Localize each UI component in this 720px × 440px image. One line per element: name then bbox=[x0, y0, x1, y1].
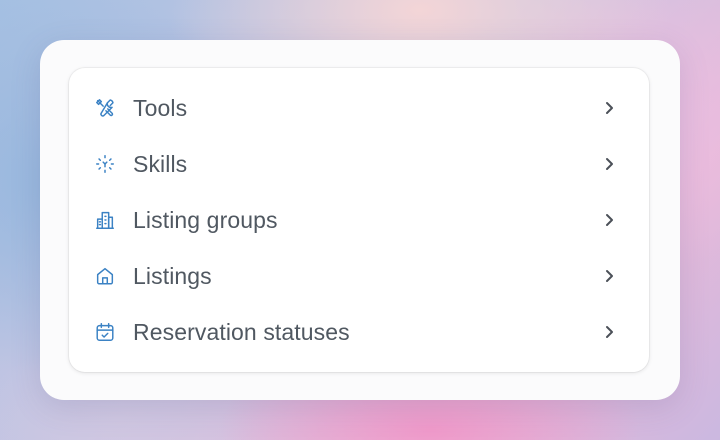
menu-item-label: Listing groups bbox=[133, 206, 278, 233]
chevron-right-icon bbox=[601, 268, 617, 284]
chevron-right-icon bbox=[601, 100, 617, 116]
menu-item-label: Skills bbox=[133, 150, 188, 177]
tools-icon bbox=[93, 96, 117, 120]
menu-item-label: Listings bbox=[133, 262, 212, 289]
skills-icon bbox=[93, 152, 117, 176]
menu-item-skills[interactable]: Skills bbox=[69, 136, 649, 192]
chevron-right-icon bbox=[601, 324, 617, 340]
menu-item-label: Reservation statuses bbox=[133, 318, 350, 345]
menu-item-listing-groups[interactable]: Listing groups bbox=[69, 192, 649, 248]
building-icon bbox=[93, 208, 117, 232]
chevron-right-icon bbox=[601, 156, 617, 172]
settings-menu: Tools Skills Listing groups Listings Res… bbox=[69, 68, 649, 372]
house-icon bbox=[93, 264, 117, 288]
outer-panel: Tools Skills Listing groups Listings Res… bbox=[40, 40, 680, 400]
menu-item-reservation-statuses[interactable]: Reservation statuses bbox=[69, 304, 649, 360]
calendar-check-icon bbox=[93, 320, 117, 344]
menu-item-label: Tools bbox=[133, 94, 188, 121]
menu-item-listings[interactable]: Listings bbox=[69, 248, 649, 304]
menu-item-tools[interactable]: Tools bbox=[69, 80, 649, 136]
chevron-right-icon bbox=[601, 212, 617, 228]
